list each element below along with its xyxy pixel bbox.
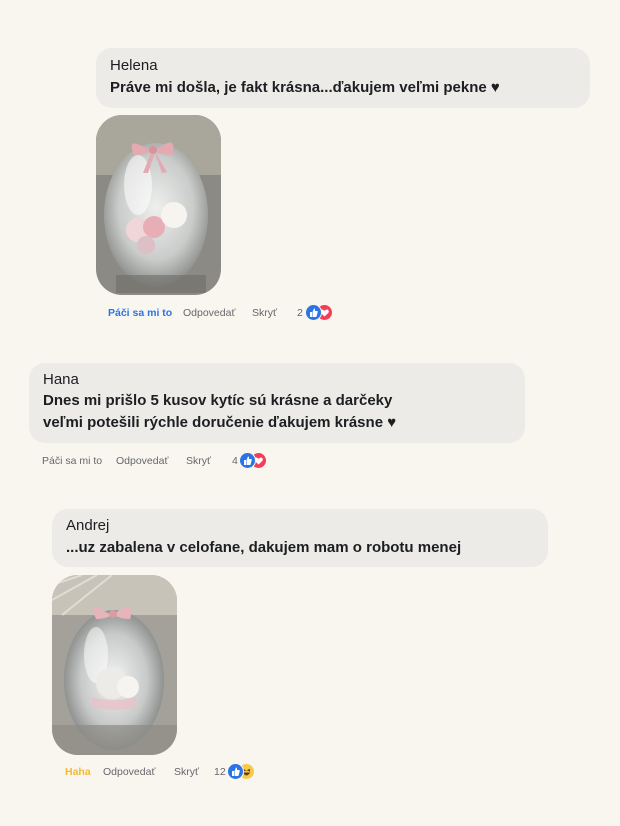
- like-icon: [305, 304, 322, 321]
- hide-button[interactable]: Skryť: [174, 764, 199, 780]
- attached-photo[interactable]: [52, 575, 177, 755]
- reply-button[interactable]: Odpovedať: [103, 764, 155, 780]
- comment-text: Práve mi došla, je fakt krásna...ďakujem…: [110, 79, 500, 96]
- reply-button[interactable]: Odpovedať: [116, 453, 168, 469]
- comment-actions: Páči sa mi to Odpovedať Skryť 2: [108, 304, 348, 321]
- reaction-count[interactable]: 4: [232, 453, 238, 469]
- comment-author[interactable]: Hana: [43, 371, 79, 388]
- like-button[interactable]: Páči sa mi to: [108, 305, 172, 321]
- comment-actions: Páči sa mi to Odpovedať Skryť 4: [42, 452, 282, 469]
- comment-author[interactable]: Helena: [110, 57, 158, 74]
- comment-author[interactable]: Andrej: [66, 517, 109, 534]
- comment-text: ...uz zabalena v celofane, dakujem mam o…: [66, 539, 462, 556]
- gift-box-photo: [52, 575, 177, 755]
- reaction-count[interactable]: 2: [297, 305, 303, 321]
- haha-button[interactable]: Haha: [65, 764, 91, 780]
- comment-text-line-2: veľmi potešili rýchle doručenie ďakujem …: [43, 414, 397, 431]
- gift-box-photo: [96, 115, 221, 295]
- hide-button[interactable]: Skryť: [252, 305, 277, 321]
- reply-button[interactable]: Odpovedať: [183, 305, 235, 321]
- comment-actions: Haha Odpovedať Skryť 12: [65, 763, 305, 780]
- like-button[interactable]: Páči sa mi to: [42, 453, 102, 469]
- reaction-count[interactable]: 12: [214, 764, 226, 780]
- like-icon: [227, 763, 244, 780]
- attached-photo[interactable]: [96, 115, 221, 295]
- hide-button[interactable]: Skryť: [186, 453, 211, 469]
- like-icon: [239, 452, 256, 469]
